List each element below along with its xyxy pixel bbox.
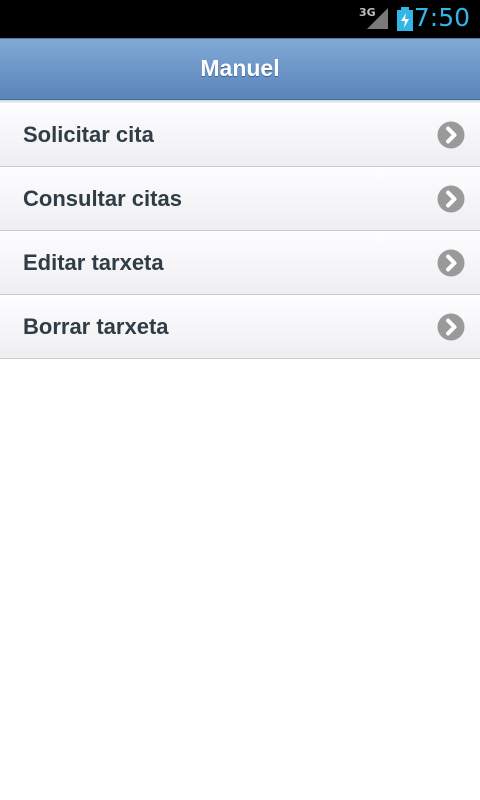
signal-icon bbox=[367, 8, 388, 29]
menu-item-borrar-tarxeta[interactable]: Borrar tarxeta bbox=[0, 295, 480, 359]
clock: 7:50 bbox=[413, 3, 470, 32]
status-bar: 3G 7:50 bbox=[0, 0, 480, 38]
menu-item-editar-tarxeta[interactable]: Editar tarxeta bbox=[0, 231, 480, 295]
menu-list: Solicitar cita Consultar citas Editar ta… bbox=[0, 103, 480, 359]
battery-charging-icon bbox=[397, 7, 413, 31]
chevron-right-icon bbox=[437, 313, 465, 341]
menu-item-label: Consultar citas bbox=[23, 186, 182, 211]
menu-item-solicitar-cita[interactable]: Solicitar cita bbox=[0, 103, 480, 167]
chevron-right-icon bbox=[437, 121, 465, 149]
menu-item-label: Editar tarxeta bbox=[23, 250, 164, 275]
menu-item-label: Solicitar cita bbox=[23, 122, 154, 147]
chevron-right-icon bbox=[437, 185, 465, 213]
header-bar: Manuel bbox=[0, 38, 480, 100]
menu-item-consultar-citas[interactable]: Consultar citas bbox=[0, 167, 480, 231]
page-title: Manuel bbox=[200, 55, 280, 81]
chevron-right-icon bbox=[437, 249, 465, 277]
menu-item-label: Borrar tarxeta bbox=[23, 314, 169, 339]
